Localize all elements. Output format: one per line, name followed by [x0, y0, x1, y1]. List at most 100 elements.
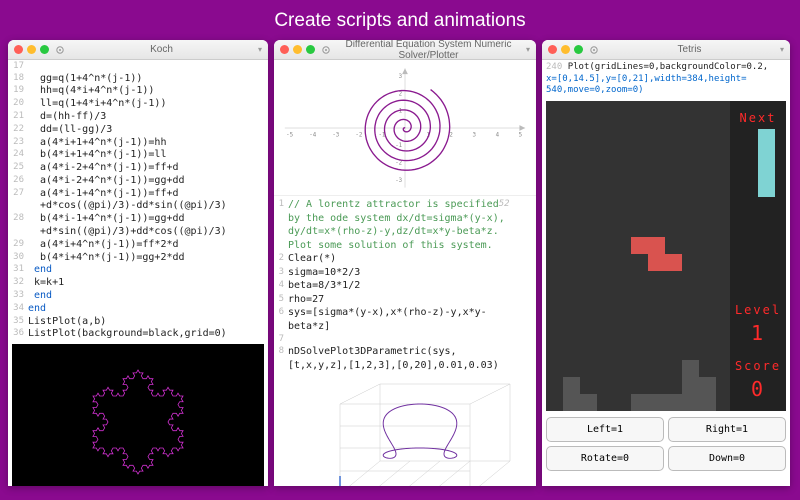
code-line: 22 dd=(ll-gg)/3 [8, 124, 268, 137]
zoom-icon[interactable] [574, 45, 583, 54]
svg-text:3: 3 [472, 132, 476, 138]
code-line: 8nDSolvePlot3DParametric(sys, [274, 345, 536, 359]
code-line: 5rho=27 [274, 293, 536, 307]
code-line: 27 a(4*i-1+4^n*(j-1))=ff+d [8, 188, 268, 201]
windows-row: Koch ▾ 1718 gg=q(1+4^n*(j-1))19 hh=q(4*i… [0, 40, 800, 494]
block-gray [563, 377, 580, 394]
block-gray [682, 394, 699, 411]
code-line: 24 b(4*i+1+4^n*(j-1))=ll [8, 149, 268, 162]
titlebar-tetris[interactable]: Tetris ▾ [542, 40, 790, 60]
close-icon[interactable] [548, 45, 557, 54]
code-editor-diff[interactable]: 1// A lorentz attractor is specified52by… [274, 196, 536, 374]
code-line: +d*cos((@pi)/3)-dd*sin((@pi)/3) [8, 200, 268, 213]
level-value: 1 [751, 321, 765, 345]
window-diff: Differential Equation System Numeric Sol… [274, 40, 536, 486]
gear-icon [55, 45, 65, 55]
window-title: Differential Equation System Numeric Sol… [331, 40, 526, 61]
chevron-down-icon[interactable]: ▾ [258, 45, 262, 54]
svg-text:4: 4 [496, 132, 500, 138]
minimize-icon[interactable] [27, 45, 36, 54]
window-tetris: Tetris ▾ 240 Plot(gridLines=0,background… [542, 40, 790, 486]
block-red [631, 237, 648, 254]
block-gray [580, 394, 597, 411]
code-line: 19 hh=q(4*i+4^n*(j-1)) [8, 85, 268, 98]
titlebar-diff[interactable]: Differential Equation System Numeric Sol… [274, 40, 536, 60]
block-cyan [758, 163, 775, 180]
next-piece-box [738, 129, 778, 207]
block-cyan [758, 146, 775, 163]
code-line: 3sigma=10*2/3 [274, 266, 536, 280]
level-label: Level [735, 303, 781, 317]
code-text: x=[0,14.5],y=[0,21],width=384,height= [546, 74, 746, 84]
right-button[interactable]: Right=1 [668, 417, 786, 442]
code-line: 35ListPlot(a,b) [8, 316, 268, 329]
code-line: 36ListPlot(background=black,grid=0) [8, 328, 268, 341]
code-editor-tetris[interactable]: 240 Plot(gridLines=0,backgroundColor=0.2… [542, 60, 790, 99]
code-editor-koch[interactable]: 1718 gg=q(1+4^n*(j-1))19 hh=q(4*i+4^n*(j… [8, 60, 268, 342]
close-icon[interactable] [280, 45, 289, 54]
score-label: Score [735, 359, 781, 373]
svg-text:-5: -5 [286, 132, 293, 138]
code-line: 25 a(4*i-2+4^n*(j-1))=ff+d [8, 162, 268, 175]
block-red [648, 254, 665, 271]
block-gray [699, 377, 716, 394]
svg-text:-2: -2 [355, 132, 362, 138]
window-koch: Koch ▾ 1718 gg=q(1+4^n*(j-1))19 hh=q(4*i… [8, 40, 268, 486]
line-number: 240 [546, 62, 562, 72]
tetris-sidebar: Next Level 1 Score 0 [730, 101, 786, 411]
code-text: 540,move=0,zoom=0) [546, 85, 644, 95]
code-line: 18 gg=q(1+4^n*(j-1)) [8, 73, 268, 86]
code-line: 4beta=8/3*1/2 [274, 279, 536, 293]
code-line: 2Clear(*) [274, 252, 536, 266]
code-line: Plot some solution of this system. [274, 239, 536, 253]
down-button[interactable]: Down=0 [668, 446, 786, 471]
zoom-icon[interactable] [40, 45, 49, 54]
code-line: 28 b(4*i-1+4^n*(j-1))=gg+dd [8, 213, 268, 226]
block-gray [682, 360, 699, 377]
plot-lorenz-3d: x [274, 374, 536, 486]
chevron-down-icon[interactable]: ▾ [780, 45, 784, 54]
code-line: 26 a(4*i-2+4^n*(j-1))=gg+dd [8, 175, 268, 188]
block-gray [682, 377, 699, 394]
block-gray [648, 394, 665, 411]
page-title: Create scripts and animations [0, 0, 800, 40]
block-gray [699, 394, 716, 411]
gear-icon [321, 45, 331, 55]
plot-spiral-2d: -5-4-3-2-112345 -3-2-1123 [274, 60, 536, 196]
minimize-icon[interactable] [293, 45, 302, 54]
code-line: 34end [8, 303, 268, 316]
window-title: Koch [65, 44, 258, 55]
gear-icon [589, 45, 599, 55]
code-line: 31 end [8, 264, 268, 277]
svg-text:2: 2 [399, 91, 402, 97]
titlebar-koch[interactable]: Koch ▾ [8, 40, 268, 60]
code-text: Plot(gridLines=0,backgroundColor=0.2, [568, 62, 768, 72]
block-cyan [758, 180, 775, 197]
minimize-icon[interactable] [561, 45, 570, 54]
code-line: beta*z] [274, 320, 536, 334]
left-button[interactable]: Left=1 [546, 417, 664, 442]
svg-text:5: 5 [519, 132, 522, 138]
code-line: 17 [8, 61, 268, 73]
svg-text:-3: -3 [395, 177, 402, 183]
rotate-button[interactable]: Rotate=0 [546, 446, 664, 471]
svg-text:-3: -3 [332, 132, 339, 138]
code-line: 1// A lorentz attractor is specified52 [274, 198, 536, 212]
code-line: [t,x,y,z],[1,2,3],[0,20],0.01,0.03) [274, 359, 536, 373]
plot-koch-snowflake [12, 344, 264, 486]
chevron-down-icon[interactable]: ▾ [526, 45, 530, 54]
window-title: Tetris [599, 44, 780, 55]
code-line: 21 d=(hh-ff)/3 [8, 111, 268, 124]
block-gray [563, 394, 580, 411]
block-red [665, 254, 682, 271]
code-line: 30 b(4*i+4^n*(j-1))=gg+2*dd [8, 252, 268, 265]
zoom-icon[interactable] [306, 45, 315, 54]
code-line: 33 end [8, 290, 268, 303]
block-cyan [758, 129, 775, 146]
code-line: dy/dt=x*(rho-z)-y,dz/dt=x*y-beta*z. [274, 225, 536, 239]
next-label: Next [740, 111, 777, 125]
block-gray [665, 394, 682, 411]
score-value: 0 [751, 377, 765, 401]
code-line: 23 a(4*i+1+4^n*(j-1))=hh [8, 137, 268, 150]
close-icon[interactable] [14, 45, 23, 54]
